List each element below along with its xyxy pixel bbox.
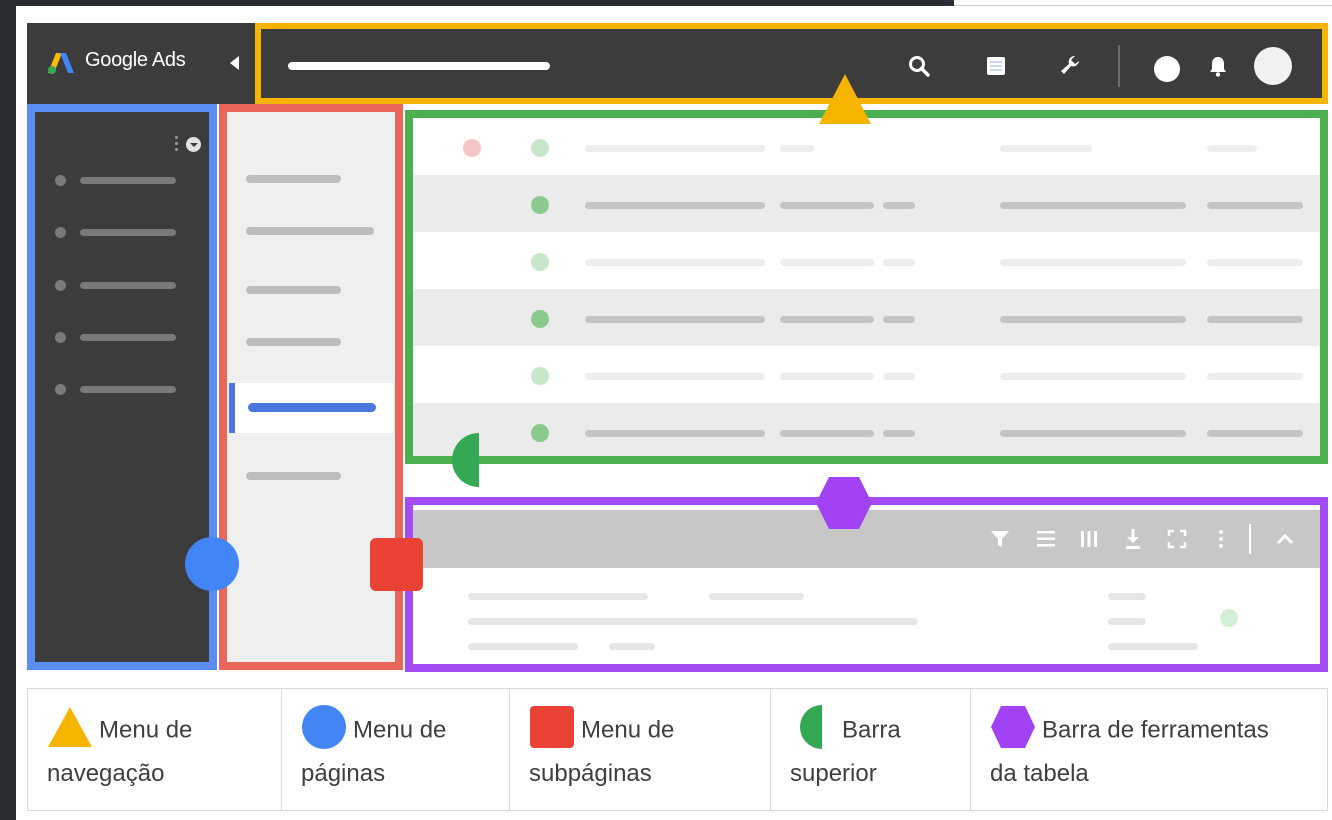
status-dot (1220, 609, 1238, 627)
dropdown-icon[interactable] (186, 137, 201, 152)
top-bar (255, 23, 1328, 104)
bell-icon[interactable] (1205, 53, 1231, 79)
footer-line (1108, 618, 1146, 625)
search-placeholder-bar[interactable] (288, 62, 550, 70)
table-row[interactable] (413, 232, 1320, 289)
legend-label-line2: subpáginas (529, 760, 652, 787)
purple-hexagon-marker (816, 477, 872, 529)
toolbar-separator (1249, 524, 1251, 554)
more-vert-icon[interactable] (1209, 527, 1233, 551)
subpage-item[interactable] (246, 472, 341, 480)
segment-icon[interactable] (1034, 527, 1058, 551)
page-menu-item[interactable] (55, 175, 183, 186)
subpage-item[interactable] (246, 286, 341, 294)
legend-label-line1: Barra de ferramentas (1042, 716, 1269, 744)
blue-circle-marker (185, 537, 239, 591)
legend-label-line1: Menu de (353, 716, 447, 744)
green-half-circle-marker (452, 433, 479, 487)
hexagon-icon (991, 706, 1035, 748)
circle-icon (302, 705, 346, 749)
legend-label-line2: navegação (47, 760, 165, 787)
footer-line (709, 593, 804, 600)
yellow-triangle-marker (819, 74, 871, 124)
more-vert-icon[interactable] (175, 136, 179, 154)
legend: Menu de navegação Menu de páginas Menu d… (27, 688, 1328, 811)
legend-label-line2: da tabela (990, 760, 1089, 787)
reports-icon[interactable] (983, 53, 1009, 79)
diagram-page: Google Ads Menu de navegação Menu de pág… (16, 0, 1332, 820)
chevron-up-icon[interactable] (1273, 527, 1297, 551)
expand-icon[interactable] (1165, 527, 1189, 551)
legend-item: Menu de páginas (282, 689, 510, 810)
legend-label-line1: Barra (842, 716, 901, 744)
topbar-separator (1118, 45, 1120, 87)
footer-line (468, 643, 578, 650)
triangle-icon (48, 707, 92, 747)
page-menu (27, 104, 217, 670)
subpage-item[interactable] (246, 338, 341, 346)
table-row[interactable] (413, 175, 1320, 232)
footer-line (1108, 643, 1198, 650)
search-icon[interactable] (906, 53, 932, 79)
download-icon[interactable] (1121, 527, 1145, 551)
table-row[interactable] (413, 346, 1320, 403)
legend-label-line1: Menu de (99, 716, 193, 744)
collapse-icon[interactable] (230, 56, 239, 70)
page-menu-item[interactable] (55, 384, 183, 395)
legend-item: Barra de ferramentas da tabela (971, 689, 1327, 810)
subpage-item[interactable] (246, 175, 341, 183)
legend-label-line1: Menu de (581, 716, 675, 744)
page-menu-item[interactable] (55, 227, 183, 238)
footer-line (468, 618, 918, 625)
help-icon[interactable] (1154, 56, 1180, 82)
data-table (405, 110, 1328, 464)
legend-item: Barra superior (771, 689, 971, 810)
page-menu-item[interactable] (55, 332, 183, 343)
subpage-item-active[interactable] (229, 383, 393, 433)
footer-line (609, 643, 655, 650)
legend-label-line2: superior (790, 760, 877, 787)
filter-icon[interactable] (988, 527, 1012, 551)
tools-icon[interactable] (1058, 53, 1084, 79)
brand-name: Google Ads (85, 49, 186, 71)
top-line (954, 5, 1332, 6)
table-row[interactable] (413, 403, 1320, 456)
square-icon (530, 706, 574, 748)
footer-line (468, 593, 648, 600)
legend-item: Menu de navegação (28, 689, 282, 810)
table-row[interactable] (413, 118, 1320, 175)
brand-block: Google Ads (27, 23, 255, 104)
avatar[interactable] (1254, 47, 1292, 85)
google-ads-logo-icon (48, 53, 74, 74)
subpage-item[interactable] (246, 227, 374, 235)
legend-label-line2: páginas (301, 760, 386, 787)
page-menu-item[interactable] (55, 280, 183, 291)
red-square-marker (370, 538, 423, 591)
half-circle-icon (800, 705, 822, 749)
top-strip (16, 0, 954, 6)
legend-item: Menu de subpáginas (510, 689, 771, 810)
footer-line (1108, 593, 1146, 600)
table-row[interactable] (413, 289, 1320, 346)
columns-icon[interactable] (1077, 527, 1101, 551)
